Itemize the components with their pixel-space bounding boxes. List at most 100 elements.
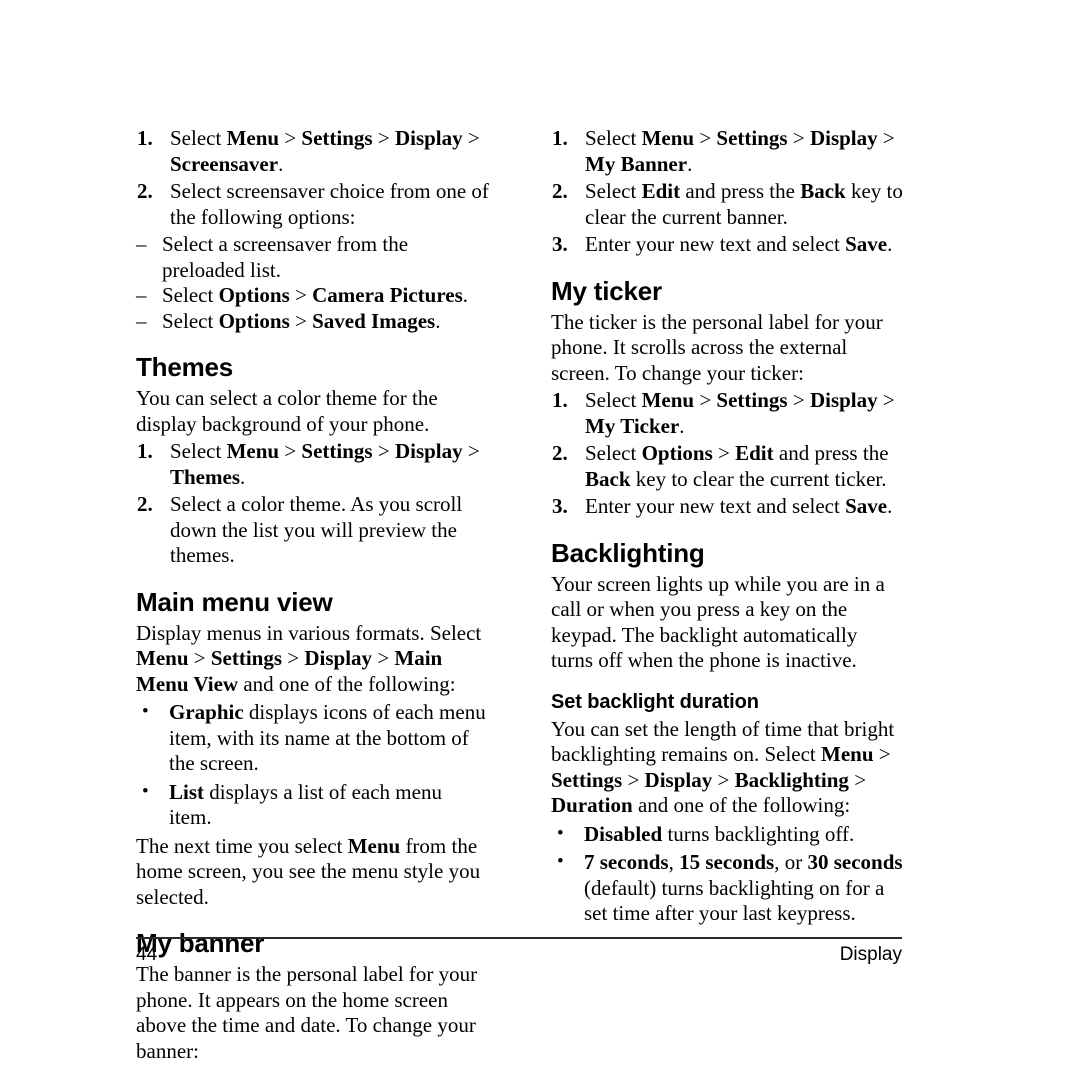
menu-path-term: Edit bbox=[735, 441, 774, 465]
dash-item-text: Select Options > Camera Pictures. bbox=[162, 283, 468, 307]
menu-path-term: Display bbox=[394, 126, 463, 150]
text-run: > bbox=[787, 126, 810, 150]
text-run: Select bbox=[585, 179, 642, 203]
numbered-step: 2. Select Edit and press the Back key to … bbox=[551, 179, 904, 230]
text-run: (default) turns backlighting on for a se… bbox=[584, 875, 885, 926]
bullet-marker-icon: • bbox=[557, 851, 564, 872]
step-text: Select Edit and press the Back key to cl… bbox=[585, 179, 903, 229]
dash-list-item: – Select Options > Camera Pictures. bbox=[136, 283, 489, 309]
text-run: Select bbox=[170, 126, 227, 150]
menu-path-term: Options bbox=[641, 441, 713, 465]
my-banner-intro-paragraph: The banner is the personal label for you… bbox=[136, 962, 478, 1063]
text-run: turns backlighting off. bbox=[662, 821, 855, 846]
text-run: > bbox=[694, 126, 717, 150]
text-run: Select screensaver choice from one of th… bbox=[170, 179, 489, 229]
step-number: 1. bbox=[552, 388, 568, 412]
bullet-list-item: • Graphic displays icons of each menu ite… bbox=[136, 700, 489, 777]
text-run: > bbox=[462, 439, 480, 463]
right-column: 1. Select Menu > Settings > Display > My … bbox=[551, 124, 904, 1066]
screensaver-steps-list: 1. Select Menu > Settings > Display > Scr… bbox=[136, 126, 489, 230]
menu-path-term: 7 seconds bbox=[584, 850, 669, 874]
text-run: > bbox=[712, 767, 735, 792]
text-run: > bbox=[712, 441, 736, 465]
main-menu-view-intro-paragraph: Display menus in various formats. Select… bbox=[136, 621, 489, 698]
numbered-step: 1. Select Menu > Settings > Display > The… bbox=[136, 439, 489, 490]
menu-path-term: Disabled bbox=[584, 821, 663, 846]
text-run: . bbox=[462, 283, 468, 307]
bullet-item-text: 7 seconds, 15 seconds, or 30 seconds (de… bbox=[584, 850, 903, 925]
text-run: . bbox=[887, 494, 893, 518]
screensaver-options-dash-list: – Select a screensaver from the preloaded… bbox=[136, 232, 489, 334]
backlight-duration-bullet-list: • Disabled turns backlighting off. • 7 seco… bbox=[551, 822, 904, 927]
step-text: Select Menu > Settings > Display > Theme… bbox=[170, 439, 480, 489]
menu-path-term: 15 seconds bbox=[679, 850, 775, 874]
themes-intro-paragraph: You can select a color theme for the dis… bbox=[136, 386, 438, 436]
text-run: > bbox=[372, 646, 395, 670]
text-run: > bbox=[372, 439, 395, 463]
menu-path-term: Duration bbox=[551, 793, 633, 817]
my-ticker-steps-list: 1. Select Menu > Settings > Display > My … bbox=[551, 388, 904, 520]
bullet-marker-icon: • bbox=[142, 701, 149, 722]
left-column: 1. Select Menu > Settings > Display > Scr… bbox=[136, 124, 489, 1066]
step-number: 3. bbox=[552, 232, 568, 256]
text-run: . bbox=[435, 308, 441, 333]
main-menu-view-bullet-list: • Graphic displays icons of each menu ite… bbox=[136, 700, 489, 831]
step-text: Select Menu > Settings > Display > My Ba… bbox=[585, 126, 895, 176]
text-run: > bbox=[694, 388, 717, 412]
step-text: Select a color theme. As you scroll down… bbox=[170, 492, 462, 567]
main-menu-view-outro-paragraph: The next time you select Menu from the h… bbox=[136, 834, 489, 911]
menu-path-term: Menu bbox=[226, 439, 280, 463]
text-run: . bbox=[687, 151, 693, 176]
bullet-marker-icon: • bbox=[557, 822, 564, 844]
heading-main-menu-view: Main menu view bbox=[136, 586, 333, 617]
menu-path-term: Graphic bbox=[169, 700, 244, 724]
text-run: > bbox=[462, 126, 480, 150]
menu-path-term: Backlighting bbox=[734, 767, 849, 792]
text-run: > bbox=[877, 126, 895, 150]
step-number: 2. bbox=[552, 441, 568, 465]
step-text: Enter your new text and select Save. bbox=[585, 232, 892, 256]
menu-path-term: Menu bbox=[821, 742, 874, 766]
menu-path-term: Screensaver bbox=[170, 151, 279, 176]
text-run: Select bbox=[585, 441, 642, 465]
step-number: 1. bbox=[137, 439, 153, 463]
bullet-list-item: • 7 seconds, 15 seconds, or 30 seconds (d… bbox=[551, 850, 904, 927]
text-run: . bbox=[887, 232, 893, 256]
bullet-item-text: Disabled turns backlighting off. bbox=[584, 822, 854, 846]
step-text: Select Menu > Settings > Display > Scree… bbox=[170, 126, 480, 176]
dash-marker-icon: – bbox=[136, 232, 147, 256]
step-number: 2. bbox=[137, 492, 153, 516]
numbered-step: 3. Enter your new text and select Save. bbox=[551, 232, 904, 258]
footer-divider bbox=[136, 937, 902, 939]
backlighting-intro-paragraph: Your screen lights up while you are in a… bbox=[551, 571, 885, 673]
menu-path-term: Display bbox=[809, 126, 878, 150]
step-number: 3. bbox=[552, 494, 568, 518]
menu-path-term: Menu bbox=[641, 126, 695, 150]
bullet-marker-icon: • bbox=[142, 780, 149, 802]
text-run: , bbox=[668, 850, 680, 874]
menu-path-term: Menu bbox=[641, 388, 695, 412]
numbered-step: 1. Select Menu > Settings > Display > Scr… bbox=[136, 126, 489, 177]
menu-path-term: Settings bbox=[551, 767, 623, 792]
menu-path-term: Menu bbox=[136, 646, 189, 670]
bullet-item-text: Graphic displays icons of each menu item… bbox=[169, 700, 486, 775]
my-ticker-intro-paragraph: The ticker is the personal label for you… bbox=[551, 309, 883, 385]
menu-path-term: Save bbox=[845, 232, 888, 256]
step-number: 1. bbox=[552, 126, 568, 150]
text-run: Enter your new text and select bbox=[585, 232, 846, 256]
menu-path-term: List bbox=[169, 779, 205, 804]
text-run: > bbox=[873, 742, 891, 766]
numbered-step: 2. Select screensaver choice from one of … bbox=[136, 179, 489, 230]
dash-marker-icon: – bbox=[136, 283, 147, 307]
text-run: , or bbox=[774, 850, 808, 874]
dash-list-item: – Select a screensaver from the preloaded… bbox=[136, 232, 489, 283]
page-footer: 44 Display bbox=[136, 943, 902, 967]
menu-path-term: Menu bbox=[226, 126, 280, 150]
text-run: and press the bbox=[773, 441, 889, 465]
menu-path-term: Themes bbox=[170, 464, 240, 489]
text-run: and press the bbox=[680, 179, 801, 203]
step-number: 2. bbox=[552, 179, 568, 203]
menu-path-term: Saved Images bbox=[312, 308, 436, 333]
dash-marker-icon: – bbox=[136, 308, 147, 333]
dash-list-item: – Select Options > Saved Images. bbox=[136, 309, 489, 335]
